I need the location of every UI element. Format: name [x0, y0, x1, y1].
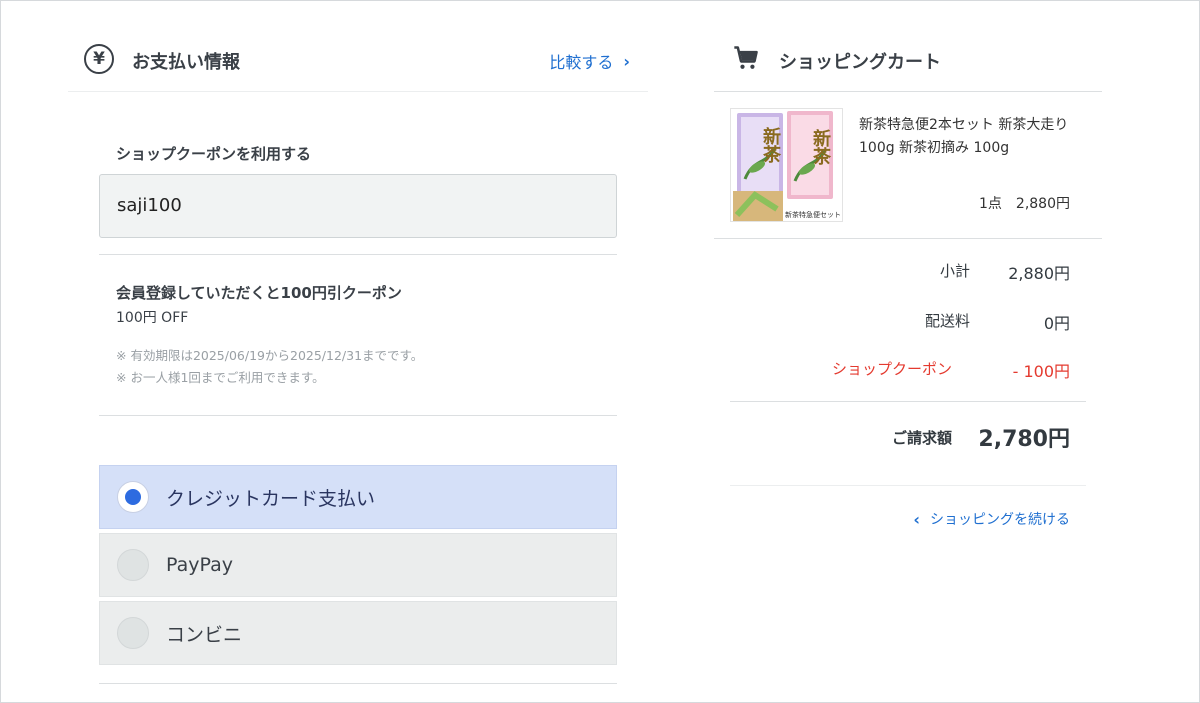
chevron-left-icon: ‹	[913, 509, 920, 529]
cart-title: ショッピングカート	[779, 52, 941, 73]
tea-package-image: 新 茶 新 茶 新茶特急便セット	[731, 109, 842, 221]
payment-method-label: クレジットカード支払い	[166, 487, 376, 510]
shipping-value: 0円	[1043, 314, 1070, 333]
offer-note-limit: ※ お一人様1回までご利用できます。	[116, 370, 325, 385]
radio-unselected[interactable]	[117, 549, 149, 581]
divider	[730, 401, 1086, 402]
payment-method-convenience-store[interactable]: コンビニ	[99, 601, 617, 665]
payment-method-label: コンビニ	[166, 623, 243, 646]
radio-selected[interactable]	[117, 481, 149, 513]
total-label: ご請求額	[891, 429, 952, 447]
shipping-row: 配送料 0円	[714, 310, 1102, 334]
payment-method-credit-card[interactable]: クレジットカード支払い	[99, 465, 617, 529]
divider	[99, 683, 617, 684]
continue-shopping-label: ショッピングを続ける	[930, 512, 1070, 528]
cart-header: ショッピングカート	[714, 38, 1102, 92]
continue-shopping-link[interactable]: ‹ ショッピングを続ける	[913, 509, 1070, 529]
shopping-cart-icon	[734, 46, 758, 69]
offer-title: 会員登録していただくと100円引クーポン	[116, 284, 402, 302]
radio-unselected[interactable]	[117, 617, 149, 649]
payment-panel: ¥ お支払い情報 比較する › ショップクーポンを利用する saji100 会員…	[68, 0, 648, 703]
coupon-discount-value: - 100円	[1012, 362, 1070, 381]
coupon-label: ショップクーポンを利用する	[116, 145, 312, 163]
payment-method-label: PayPay	[166, 554, 233, 576]
offer-note-validity: ※ 有効期限は2025/06/19から2025/12/31までです。	[116, 348, 424, 363]
compare-link[interactable]: 比較する ›	[549, 49, 630, 73]
compare-link-label: 比較する	[549, 53, 614, 72]
product-name[interactable]: 新茶特急便2本セット 新茶大走り 100g 新茶初摘み 100g	[859, 114, 1069, 160]
subtotal-value: 2,880円	[1008, 264, 1070, 283]
package-kanji: 茶	[763, 144, 782, 166]
package-kanji: 茶	[813, 146, 832, 168]
cart-panel: ショッピングカート 新 茶 新 茶 新茶特急便セット 新茶特急便2本セット 新茶…	[714, 0, 1102, 703]
subtotal-row: 小計 2,880円	[714, 260, 1102, 284]
package-caption: 新茶特急便セット	[785, 210, 841, 219]
divider	[730, 485, 1086, 486]
subtotal-label: 小計	[939, 262, 970, 280]
divider	[99, 254, 617, 255]
payment-method-paypay[interactable]: PayPay	[99, 533, 617, 597]
offer-discount: 100円 OFF	[116, 310, 189, 326]
product-quantity-price: 1点 2,880円	[979, 196, 1070, 212]
chevron-right-icon: ›	[623, 51, 630, 71]
product-image[interactable]: 新 茶 新 茶 新茶特急便セット	[730, 108, 843, 222]
payment-header: ¥ お支払い情報 比較する ›	[68, 38, 648, 92]
coupon-input[interactable]: saji100	[99, 174, 617, 238]
coupon-row: ショップクーポン - 100円	[714, 358, 1102, 382]
coupon-discount-label: ショップクーポン	[831, 360, 952, 378]
shipping-label: 配送料	[924, 312, 970, 330]
yen-icon: ¥	[84, 44, 114, 74]
divider	[99, 415, 617, 416]
payment-title: お支払い情報	[132, 52, 240, 73]
total-value: 2,780円	[978, 427, 1070, 452]
cart-item: 新 茶 新 茶 新茶特急便セット 新茶特急便2本セット 新茶大走り 100g 新…	[714, 92, 1102, 239]
